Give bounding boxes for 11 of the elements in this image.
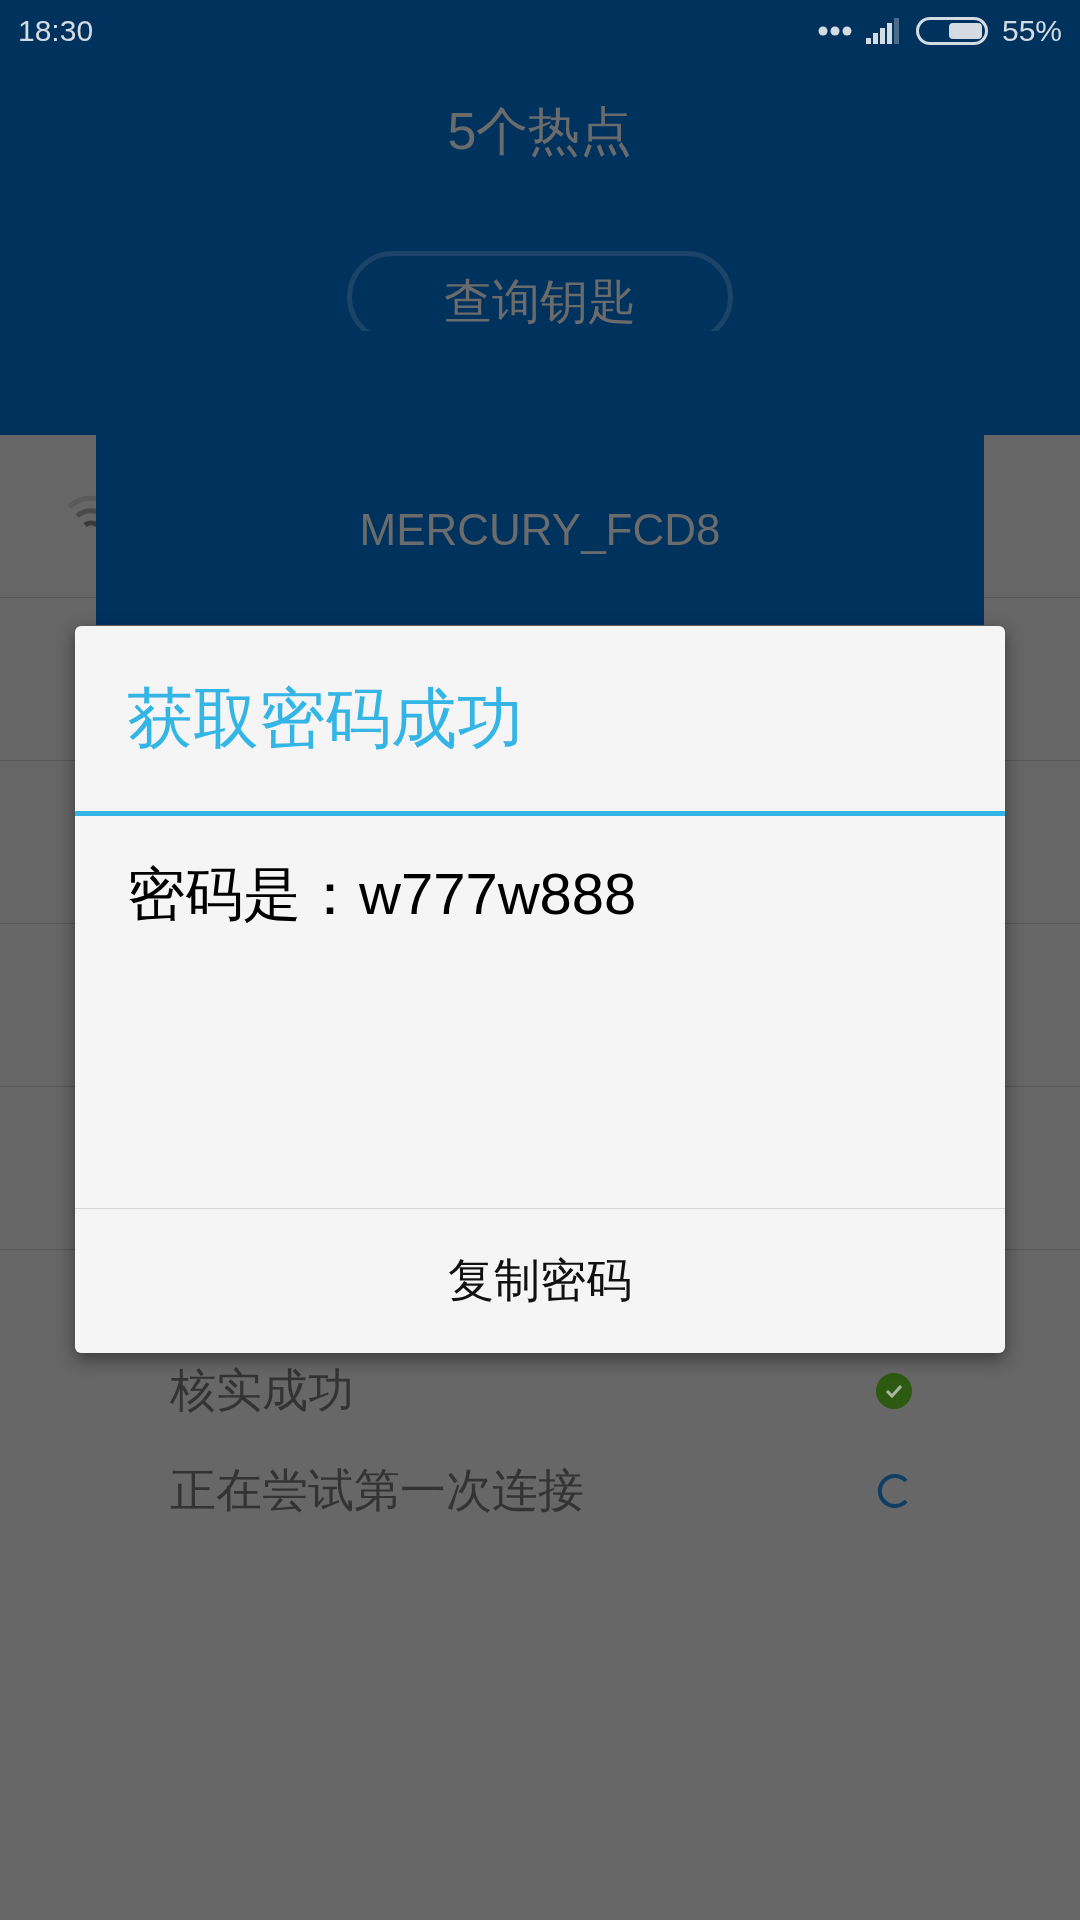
battery-icon [915, 17, 988, 45]
password-message: 密码是：w777w888 [126, 860, 638, 928]
hotspot-count: 5个热点 [447, 101, 633, 162]
signal-icon [865, 18, 902, 44]
check-icon [876, 1373, 912, 1409]
battery-percent: 55% [1001, 14, 1062, 48]
copy-password-button[interactable]: 复制密码 [75, 1208, 1005, 1353]
dialog-title: 获取密码成功 [75, 626, 1005, 816]
clock-time: 18:30 [18, 14, 94, 48]
network-name: MERCURY_FCD8 [96, 435, 984, 625]
more-icon [817, 26, 852, 36]
